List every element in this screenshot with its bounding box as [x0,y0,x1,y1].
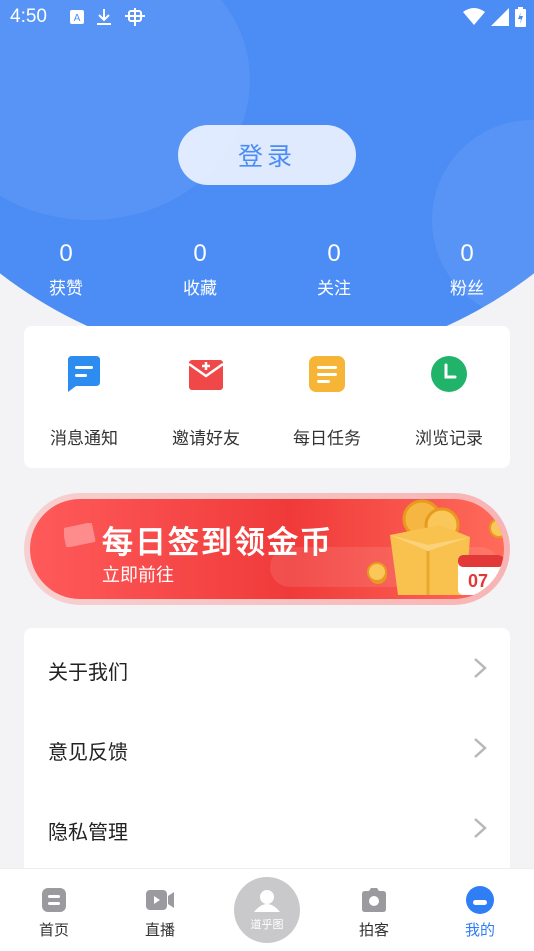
download-icon [97,9,111,25]
status-bar: 4:50 A [0,0,534,36]
status-time: 4:50 [10,6,47,27]
banner-subtitle: 立即前往 [102,565,174,586]
tab-label: 我的 [464,921,495,939]
menu-item-about-us[interactable]: 关于我们 [24,628,510,708]
settings-menu: 关于我们 意见反馈 隐私管理 [24,628,510,868]
action-label: 消息通知 [50,429,118,449]
wifi-icon [463,8,485,25]
tab-label: 直播 [144,921,175,939]
tab-label: 拍客 [358,921,389,939]
action-label: 邀请好友 [172,429,240,449]
menu-item-label: 意见反馈 [48,740,128,764]
action-invite-friends[interactable]: 邀请好友 [146,354,266,449]
chevron-right-icon [474,738,487,758]
action-messages[interactable]: 消息通知 [24,354,144,449]
tab-home[interactable]: 首页 [14,885,94,940]
live-video-icon [146,890,174,910]
stat-value: 0 [327,240,341,267]
stat-value: 0 [460,240,474,267]
tab-mine[interactable]: 我的 [440,885,520,940]
svg-text:A: A [74,13,81,24]
stat-label: 获赞 [49,279,83,299]
camera-icon [362,888,386,912]
stat-value: 0 [193,240,207,267]
stat-label: 收藏 [183,279,217,299]
action-daily-tasks[interactable]: 每日任务 [267,354,387,449]
calendar-day: 07 [468,571,489,591]
menu-item-privacy[interactable]: 隐私管理 [24,788,510,868]
task-icon [309,356,345,392]
bug-icon [125,8,145,26]
stat-label: 粉丝 [450,279,484,299]
action-label: 浏览记录 [415,429,483,449]
tab-center-logo[interactable]: 道乎图 [234,877,300,943]
profile-icon [466,886,494,914]
home-icon [42,888,66,912]
action-browse-history[interactable]: 浏览记录 [389,354,509,449]
chevron-right-icon [474,818,487,838]
coin-icon [367,562,387,582]
coin-icon [489,518,504,538]
message-icon [68,356,100,392]
status-system-icons [463,7,526,27]
stat-label: 关注 [317,279,351,299]
login-button[interactable]: 登录 [178,125,356,185]
status-notification-icons: A [70,7,146,27]
banner-body: 每日签到领金币 立即前往 07 [30,499,504,599]
tab-live[interactable]: 直播 [120,885,200,940]
stat-fans[interactable]: 0 粉丝 [417,240,517,299]
tab-center-label: 道乎图 [250,918,284,931]
stat-favorites[interactable]: 0 收藏 [150,240,250,299]
clock-icon [431,356,467,392]
battery-icon [515,7,526,27]
center-logo-icon [254,890,280,912]
red-packet-icon [64,523,96,547]
signal-icon [491,8,509,26]
stat-likes[interactable]: 0 获赞 [16,240,116,299]
menu-item-label: 隐私管理 [48,820,128,844]
banner-title: 每日签到领金币 [102,525,333,561]
stat-following[interactable]: 0 关注 [284,240,384,299]
bottom-tab-bar: 首页 直播 道乎图 拍客 我的 [0,868,534,951]
action-label: 每日任务 [293,429,361,449]
quick-actions-card: 消息通知 邀请好友 每日任务 浏览记录 [24,326,510,468]
profile-header: 4:50 A 登录 0 获赞 0 收藏 0 关注 0 粉丝 [0,0,534,365]
stat-value: 0 [59,240,73,267]
tab-label: 首页 [38,921,69,939]
chevron-right-icon [474,658,487,678]
app-notification-icon: A [70,10,84,24]
menu-item-label: 关于我们 [48,660,128,684]
menu-item-feedback[interactable]: 意见反馈 [24,708,510,788]
red-envelope-icon [188,360,224,390]
tab-paike[interactable]: 拍客 [334,885,414,940]
daily-checkin-banner[interactable]: 每日签到领金币 立即前往 07 [24,493,510,605]
